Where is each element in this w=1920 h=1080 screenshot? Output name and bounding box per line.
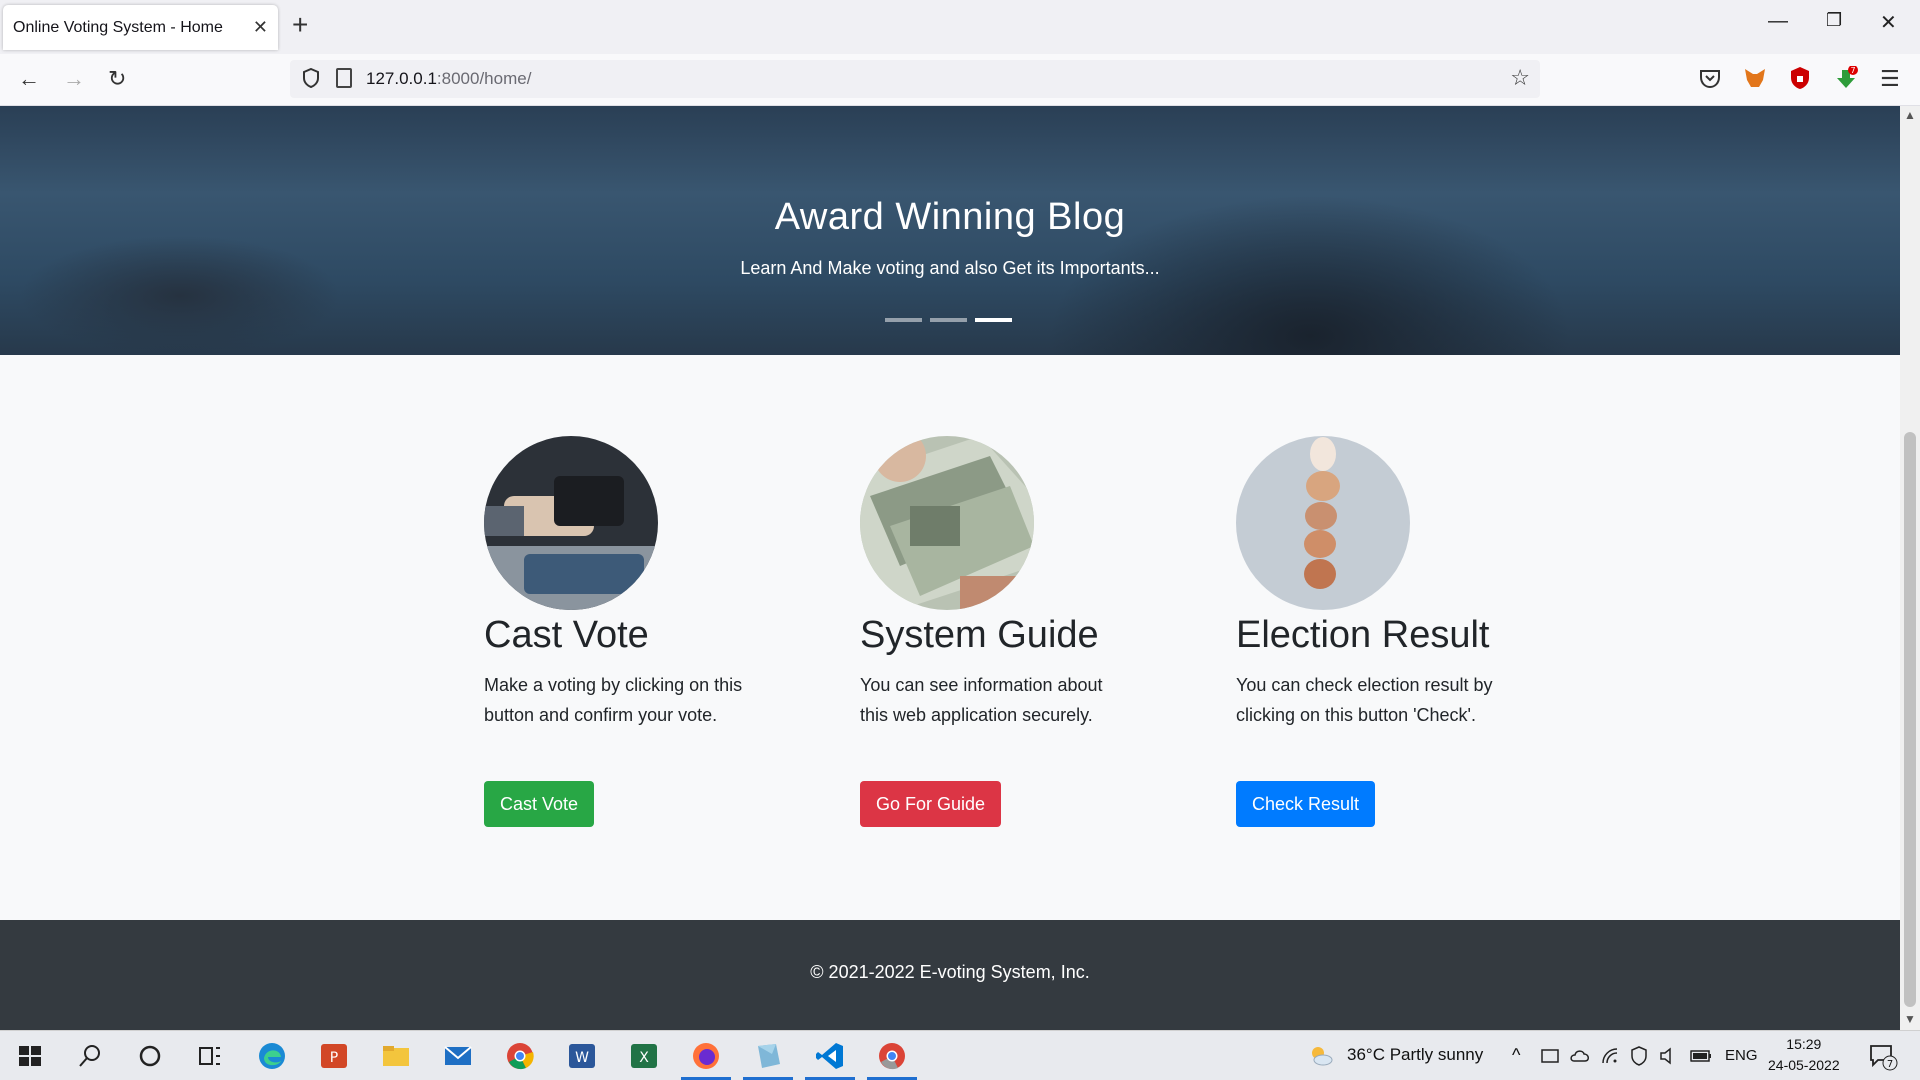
restore-icon[interactable]: ❐ — [1826, 10, 1842, 31]
onedrive-icon[interactable] — [1570, 1046, 1592, 1066]
feature-system-guide: System Guide You can see information abo… — [860, 436, 1160, 827]
svg-text:P: P — [330, 1050, 338, 1066]
page-viewport: Award Winning Blog Learn And Make voting… — [0, 106, 1900, 1030]
clock-date: 24-05-2022 — [1768, 1057, 1840, 1073]
new-tab-icon[interactable]: + — [292, 10, 308, 40]
svg-text:7: 7 — [1850, 66, 1855, 75]
feature-text: Make a voting by clicking on this button… — [484, 675, 743, 725]
task-view-icon[interactable] — [194, 1040, 226, 1072]
feature-cast-vote: Cast Vote Make a voting by clicking on t… — [484, 436, 784, 827]
carousel-indicator[interactable] — [885, 318, 922, 322]
eggs-image — [1236, 436, 1410, 610]
hero-title: Award Winning Blog — [774, 196, 1126, 238]
browser-tab[interactable]: Online Voting System - Home ✕ — [3, 5, 278, 50]
word-icon[interactable]: W — [566, 1040, 598, 1072]
feature-title: Cast Vote — [484, 614, 649, 656]
close-tab-icon[interactable]: ✕ — [253, 17, 268, 38]
carousel-indicator[interactable] — [930, 318, 967, 322]
payment-image — [484, 436, 658, 610]
notifications-icon[interactable]: 7 — [1868, 1043, 1898, 1071]
tracking-shield-icon[interactable] — [302, 68, 320, 88]
back-icon[interactable]: ← — [18, 66, 40, 92]
tab-bar: Online Voting System - Home ✕ + — ❐ ✕ — [0, 0, 1920, 54]
forward-icon[interactable]: → — [63, 66, 85, 92]
pocket-icon[interactable] — [1698, 66, 1722, 90]
powerpoint-icon[interactable]: P — [318, 1040, 350, 1072]
volume-icon[interactable] — [1658, 1046, 1678, 1066]
metamask-icon[interactable] — [1743, 66, 1767, 90]
page-scrollbar[interactable]: ▲ ▼ — [1900, 106, 1920, 1030]
language-indicator[interactable]: ENG — [1725, 1047, 1758, 1064]
url-text[interactable]: 127.0.0.1:8000/home/ — [366, 69, 531, 89]
meet-now-icon[interactable] — [1540, 1046, 1560, 1066]
start-icon[interactable] — [14, 1040, 46, 1072]
scroll-down-icon[interactable]: ▼ — [1904, 1012, 1916, 1026]
weather-icon[interactable] — [1307, 1042, 1335, 1070]
window-close-icon[interactable]: ✕ — [1880, 10, 1897, 35]
check-result-button[interactable]: Check Result — [1236, 781, 1376, 827]
clock-time: 15:29 — [1786, 1036, 1822, 1052]
hero-subtitle: Learn And Make voting and also Get its I… — [740, 258, 1160, 278]
search-icon[interactable] — [74, 1040, 106, 1072]
footer-copyright: © 2021-2022 E-voting System, Inc. — [810, 962, 1090, 982]
tab-title: Online Voting System - Home — [13, 18, 223, 36]
vscode-icon[interactable] — [814, 1040, 846, 1072]
svg-text:X: X — [639, 1050, 649, 1066]
clock[interactable]: 15:29 24-05-2022 — [1768, 1034, 1840, 1076]
download-helper-icon[interactable]: 7 — [1834, 66, 1858, 90]
money-image — [860, 436, 1034, 610]
cortana-icon[interactable] — [134, 1040, 166, 1072]
mail-icon[interactable] — [442, 1040, 474, 1072]
weather-text[interactable]: 36°C Partly sunny — [1347, 1045, 1483, 1065]
taskbar: P W X 36°C Partly sunny ^ ENG 15:29 24-0 — [0, 1030, 1920, 1080]
ublock-icon[interactable] — [1788, 66, 1812, 90]
wifi-icon[interactable] — [1600, 1046, 1620, 1066]
svg-text:7: 7 — [1887, 1059, 1893, 1070]
cast-vote-button[interactable]: Cast Vote — [484, 781, 595, 827]
reload-icon[interactable]: ↻ — [108, 66, 126, 92]
chrome-canary-icon[interactable] — [876, 1040, 908, 1072]
scroll-thumb[interactable] — [1904, 432, 1916, 1007]
tray-chevron-icon[interactable]: ^ — [1512, 1045, 1520, 1066]
carousel-indicator-active[interactable] — [975, 318, 1012, 322]
feature-text: You can check election result by clickin… — [1236, 675, 1493, 725]
battery-icon[interactable] — [1690, 1048, 1712, 1064]
bookmark-star-icon[interactable]: ☆ — [1510, 65, 1530, 91]
chrome-icon[interactable] — [504, 1040, 536, 1072]
excel-icon[interactable]: X — [628, 1040, 660, 1072]
security-icon[interactable] — [1629, 1046, 1649, 1066]
firefox-icon[interactable] — [690, 1040, 722, 1072]
feature-title: System Guide — [860, 614, 1099, 656]
feature-text: You can see information about this web a… — [860, 675, 1103, 725]
scroll-up-icon[interactable]: ▲ — [1904, 108, 1916, 122]
edge-icon[interactable] — [256, 1040, 288, 1072]
footer: © 2021-2022 E-voting System, Inc. — [0, 920, 1900, 1030]
app-icon[interactable] — [752, 1040, 784, 1072]
svg-text:W: W — [575, 1050, 589, 1066]
minimize-icon[interactable]: — — [1768, 10, 1788, 33]
nav-bar: ← → ↻ 127.0.0.1:8000/home/ ☆ 7 ☰ — [0, 54, 1920, 106]
hero-carousel: Award Winning Blog Learn And Make voting… — [0, 106, 1900, 355]
carousel-indicators — [885, 318, 1012, 322]
url-bar[interactable]: 127.0.0.1:8000/home/ ☆ — [290, 60, 1540, 98]
go-for-guide-button[interactable]: Go For Guide — [860, 781, 1002, 827]
menu-icon[interactable]: ☰ — [1880, 66, 1900, 92]
page-info-icon[interactable] — [336, 68, 352, 88]
feature-title: Election Result — [1236, 614, 1490, 656]
feature-election-result: Election Result You can check election r… — [1236, 436, 1536, 827]
file-explorer-icon[interactable] — [380, 1040, 412, 1072]
